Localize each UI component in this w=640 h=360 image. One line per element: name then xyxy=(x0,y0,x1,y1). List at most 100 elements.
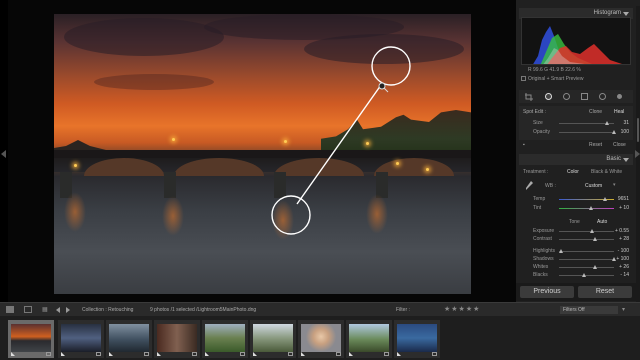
tint-label: Tint xyxy=(533,205,542,211)
edited-badge-icon xyxy=(301,352,305,356)
adjustment-badge-icon xyxy=(96,352,101,356)
bw-option[interactable]: Black & White xyxy=(591,169,622,175)
tint-slider[interactable]: Tint + 10 xyxy=(519,205,633,212)
whites-label: Whites xyxy=(533,264,549,270)
auto-tone-button[interactable]: Auto xyxy=(597,219,607,225)
highlights-track[interactable] xyxy=(559,249,614,253)
basic-title: Basic xyxy=(606,156,621,162)
blacks-track[interactable] xyxy=(559,273,614,277)
whites-knob[interactable] xyxy=(593,265,597,269)
spot-buttons: ▪ Reset Close xyxy=(519,141,633,150)
edited-badge-icon xyxy=(61,352,65,356)
tint-knob[interactable] xyxy=(589,206,593,210)
tone-label: Tone xyxy=(569,219,580,225)
size-knob[interactable] xyxy=(605,121,609,125)
wb-row: WB : Custom ▾ xyxy=(519,182,633,190)
thumbnail-cloudy-harbor[interactable] xyxy=(106,320,152,358)
collapse-triangle-icon xyxy=(623,158,629,162)
clone-option[interactable]: Clone xyxy=(589,109,602,115)
smart-preview-row[interactable]: Original + Smart Preview xyxy=(521,76,631,84)
temp-value: 9651 xyxy=(617,196,629,202)
selection-label[interactable]: 9 photos /1 selected /Lightroom5MainPhot… xyxy=(150,307,256,313)
reset-button[interactable]: Reset xyxy=(578,286,632,298)
left-panel-toggle-icon[interactable] xyxy=(1,150,6,158)
red-eye-tool-icon[interactable] xyxy=(563,93,570,100)
thumbnail-image xyxy=(349,324,389,352)
tint-track[interactable] xyxy=(559,206,614,210)
contrast-value: + 28 xyxy=(619,236,629,242)
thumbnail-city-street[interactable] xyxy=(154,320,200,358)
highlights-slider[interactable]: Highlights - 100 xyxy=(519,248,633,255)
rating-filter-stars[interactable]: ★★★★★ xyxy=(444,305,480,313)
shadows-track[interactable] xyxy=(559,257,616,261)
exposure-slider[interactable]: Exposure + 0.55 xyxy=(519,228,633,235)
exposure-knob[interactable] xyxy=(590,229,594,233)
opacity-slider[interactable]: Opacity 100 xyxy=(519,129,633,136)
main-photo[interactable] xyxy=(54,14,471,294)
graduated-filter-tool-icon[interactable] xyxy=(581,93,588,100)
tool-strip xyxy=(519,90,633,103)
thumbnail-image xyxy=(397,324,437,352)
grid-view-icon[interactable]: ▦ xyxy=(42,306,48,313)
contrast-knob[interactable] xyxy=(593,237,597,241)
size-slider[interactable]: Size 31 xyxy=(519,120,633,127)
adjustment-brush-tool-icon[interactable] xyxy=(617,94,622,99)
blacks-knob[interactable] xyxy=(582,273,586,277)
thumbnail-tree-house[interactable] xyxy=(250,320,296,358)
wb-dropdown-icon[interactable]: ▾ xyxy=(613,182,616,188)
forward-arrow-icon[interactable] xyxy=(66,307,70,313)
contrast-track[interactable] xyxy=(559,237,614,241)
crop-tool-icon[interactable] xyxy=(525,93,533,101)
thumbnail-house-garden[interactable] xyxy=(202,320,248,358)
exposure-track[interactable] xyxy=(559,229,614,233)
size-track[interactable] xyxy=(559,121,614,125)
opacity-label: Opacity xyxy=(533,129,550,135)
wb-select[interactable]: Custom xyxy=(585,183,602,189)
bridge-deck xyxy=(54,150,471,158)
thumbnail-portrait-woman[interactable] xyxy=(298,320,344,358)
shadows-slider[interactable]: Shadows + 100 xyxy=(519,256,633,263)
panel-scroll-thumb[interactable] xyxy=(637,118,639,142)
left-panel-gutter xyxy=(0,0,8,302)
spot-close-button[interactable]: Close xyxy=(613,142,626,148)
temp-slider[interactable]: Temp 9651 xyxy=(519,196,633,203)
spot-reset-button[interactable]: Reset xyxy=(589,142,602,148)
lock-icon[interactable]: ▾ xyxy=(622,306,625,313)
edited-badge-icon xyxy=(157,352,161,356)
heal-option[interactable]: Heal xyxy=(614,109,624,115)
contrast-slider[interactable]: Contrast + 28 xyxy=(519,236,633,243)
spot-removal-tool-icon[interactable] xyxy=(545,93,552,100)
collection-label[interactable]: Collection : Retouching xyxy=(82,307,133,313)
wb-label: WB : xyxy=(545,183,556,189)
basic-header[interactable]: Basic xyxy=(519,154,633,165)
thumbnail-sunset-paris[interactable] xyxy=(8,320,54,358)
right-panel-toggle-icon[interactable] xyxy=(635,150,640,158)
whites-slider[interactable]: Whites + 26 xyxy=(519,264,633,271)
thumbnail-pier-blue[interactable] xyxy=(394,320,440,358)
whites-track[interactable] xyxy=(559,265,614,269)
develop-right-panel: Histogram R 99.6 G 41.9 B 22.6 % Origina… xyxy=(516,0,640,302)
blacks-slider[interactable]: Blacks - 14 xyxy=(519,272,633,279)
filter-dropdown[interactable]: Filters Off xyxy=(560,306,618,314)
collapse-triangle-icon xyxy=(623,12,629,16)
tone-row: Tone Auto xyxy=(519,218,633,226)
histogram-graph[interactable] xyxy=(521,17,631,65)
radial-filter-tool-icon[interactable] xyxy=(599,93,606,100)
exposure-label: Exposure xyxy=(533,228,555,234)
mask-toggle-icon[interactable]: ▪ xyxy=(523,142,525,148)
temp-knob[interactable] xyxy=(603,197,607,201)
temp-track[interactable] xyxy=(559,197,614,201)
second-window-icon[interactable] xyxy=(24,306,32,313)
spot-mode-row: Spot Edit : Clone Heal xyxy=(519,108,633,116)
previous-button[interactable]: Previous xyxy=(520,286,574,298)
back-arrow-icon[interactable] xyxy=(56,307,60,313)
opacity-track[interactable] xyxy=(559,130,616,134)
main-window-icon[interactable] xyxy=(6,306,14,313)
highlights-knob[interactable] xyxy=(559,249,563,253)
color-option[interactable]: Color xyxy=(567,169,579,175)
opacity-knob[interactable] xyxy=(612,130,616,134)
thumbnail-country-house[interactable] xyxy=(346,320,392,358)
thumbnail-sea-dusk[interactable] xyxy=(58,320,104,358)
adjustment-badge-icon xyxy=(384,352,389,356)
preview-label: Original + Smart Preview xyxy=(528,76,584,82)
